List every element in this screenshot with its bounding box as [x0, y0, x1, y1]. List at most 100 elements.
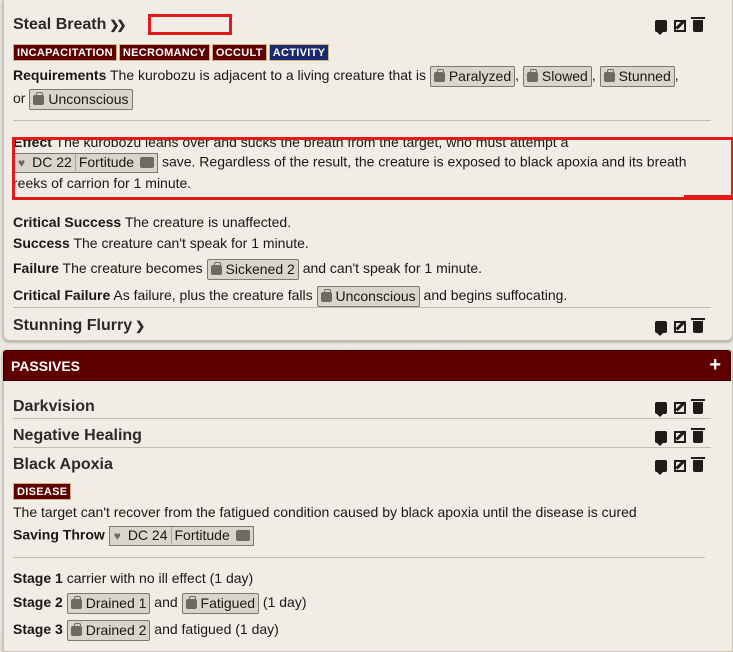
success-line: Success The creature can't speak for 1 m… — [13, 235, 309, 251]
edit-icon[interactable] — [674, 321, 686, 334]
requirements-line-2: or Unconscious — [13, 89, 133, 110]
condition-chip-unconscious-2[interactable]: Unconscious — [316, 286, 420, 307]
passive-title: Darkvision — [13, 398, 95, 415]
stage-2-tail: (1 day) — [262, 594, 307, 611]
condition-chip-drained-2[interactable]: Drained 2 — [66, 620, 151, 641]
critical-success-line: Critical Success The creature is unaffec… — [13, 214, 291, 230]
annotation-mark — [684, 195, 733, 198]
tag-occult[interactable]: OCCULT — [211, 44, 267, 61]
critical-failure-text: As failure, plus the creature falls — [113, 287, 313, 304]
condition-icon — [210, 262, 222, 275]
steal-breath-title[interactable]: Steal Breath ❯❯ — [13, 16, 127, 34]
tag-activity[interactable]: ACTIVITY — [268, 44, 330, 61]
chat-icon[interactable] — [655, 460, 667, 476]
chip-label: Paralyzed — [448, 68, 512, 84]
passives-header-title: PASSIVES — [11, 358, 80, 374]
passive-title: Black Apoxia — [13, 456, 113, 473]
trash-icon[interactable] — [691, 457, 705, 473]
saving-throw-label: Saving Throw — [13, 526, 105, 543]
stage-1-line: Stage 1 carrier with no ill effect (1 da… — [13, 570, 253, 586]
passive-title: Negative Healing — [13, 427, 142, 444]
steal-breath-controls — [648, 17, 705, 36]
stunning-flurry-title[interactable]: Stunning Flurry ❯ — [13, 317, 145, 335]
condition-chip-stunned[interactable]: Stunned — [599, 66, 675, 87]
chip-label: Slowed — [541, 68, 588, 84]
condition-chip-slowed[interactable]: Slowed — [522, 66, 592, 87]
success-text: The creature can't speak for 1 minute. — [73, 235, 309, 251]
divider — [13, 418, 711, 419]
divider — [13, 120, 711, 121]
trash-icon[interactable] — [691, 399, 705, 415]
add-passive-button[interactable]: + — [709, 354, 721, 377]
condition-chip-paralyzed[interactable]: Paralyzed — [429, 66, 516, 87]
one-action-icon: ❯ — [135, 319, 145, 333]
critical-failure-line: Critical Failure As failure, plus the cr… — [13, 286, 567, 307]
condition-icon — [526, 69, 538, 82]
stage-3-label: Stage 3 — [13, 621, 63, 638]
chip-label: Unconscious — [48, 91, 129, 107]
failure-line: Failure The creature becomes Sickened 2 … — [13, 259, 482, 280]
two-action-icon: ❯❯ — [109, 18, 126, 32]
stage-1-text: carrier with no ill effect (1 day) — [66, 570, 254, 586]
chat-icon[interactable] — [655, 321, 667, 337]
condition-chip-drained-1[interactable]: Drained 1 — [66, 593, 151, 614]
failure-text-tail: and can't speak for 1 minute. — [302, 260, 483, 277]
requirements-label: Requirements — [13, 67, 107, 84]
divider — [13, 307, 711, 308]
annotation-box-title — [148, 14, 232, 35]
condition-icon — [70, 596, 82, 609]
black-apoxia-desc-text: The target can't recover from the fatigu… — [13, 504, 637, 520]
chat-bubble-icon[interactable] — [235, 530, 250, 541]
condition-icon — [185, 596, 197, 609]
black-apoxia-controls — [648, 457, 705, 476]
chat-icon[interactable] — [655, 431, 667, 447]
condition-chip-unconscious[interactable]: Unconscious — [29, 89, 133, 110]
passives-header: PASSIVES + — [3, 350, 731, 381]
divider — [13, 447, 711, 448]
condition-icon — [320, 289, 332, 302]
chat-icon[interactable] — [655, 20, 667, 36]
edit-icon[interactable] — [674, 402, 686, 415]
critical-success-label: Critical Success — [13, 214, 122, 230]
stage-2-line: Stage 2 Drained 1 and Fatigued (1 day) — [13, 593, 307, 614]
critical-failure-label: Critical Failure — [13, 287, 111, 304]
black-apoxia-description: The target can't recover from the fatigu… — [13, 504, 637, 520]
chip-label: Drained 2 — [85, 622, 147, 638]
condition-chip-sickened[interactable]: Sickened 2 — [206, 259, 299, 280]
critical-failure-text-tail: and begins suffocating. — [423, 287, 568, 304]
black-apoxia-tags: DISEASE — [13, 482, 73, 500]
passive-black-apoxia[interactable]: Black Apoxia — [13, 456, 113, 474]
trash-icon[interactable] — [691, 428, 705, 444]
stage-3-line: Stage 3 Drained 2 and fatigued (1 day) — [13, 620, 279, 641]
annotation-box-effect — [12, 137, 733, 200]
trash-icon[interactable] — [691, 318, 705, 334]
tag-disease[interactable]: DISEASE — [13, 483, 72, 500]
steal-breath-tags: INCAPACITATION NECROMANCY OCCULT ACTIVITY — [13, 43, 331, 61]
tag-incapacitation[interactable]: INCAPACITATION — [13, 44, 117, 61]
condition-chip-fatigued[interactable]: Fatigued — [181, 593, 260, 614]
negative-healing-controls — [648, 428, 705, 447]
condition-icon — [70, 623, 82, 636]
heartbeat-icon: ♥ — [113, 529, 121, 543]
edit-icon[interactable] — [674, 460, 686, 473]
trash-icon[interactable] — [691, 17, 705, 33]
condition-icon — [433, 69, 445, 82]
dc-save-link[interactable]: ♥ DC 24 Fortitude — [108, 526, 254, 546]
edit-icon[interactable] — [674, 431, 686, 444]
steal-breath-title-text: Steal Breath — [13, 16, 107, 33]
darkvision-controls — [648, 399, 705, 418]
dc-value: DC 24 — [127, 527, 168, 543]
passive-negative-healing[interactable]: Negative Healing — [13, 427, 142, 445]
stage-2-and: and — [154, 594, 178, 611]
failure-text: The creature becomes — [62, 260, 203, 277]
chat-icon[interactable] — [655, 402, 667, 418]
chip-label: Fatigued — [200, 595, 256, 611]
tag-necromancy[interactable]: NECROMANCY — [118, 44, 210, 61]
dc-save-type: Fortitude — [170, 527, 233, 544]
passive-darkvision[interactable]: Darkvision — [13, 398, 95, 416]
edit-icon[interactable] — [674, 20, 686, 33]
condition-icon — [603, 69, 615, 82]
chip-label: Unconscious — [335, 288, 416, 304]
critical-success-text: The creature is unaffected. — [124, 214, 292, 230]
requirements-line: Requirements The kurobozu is adjacent to… — [13, 66, 679, 87]
